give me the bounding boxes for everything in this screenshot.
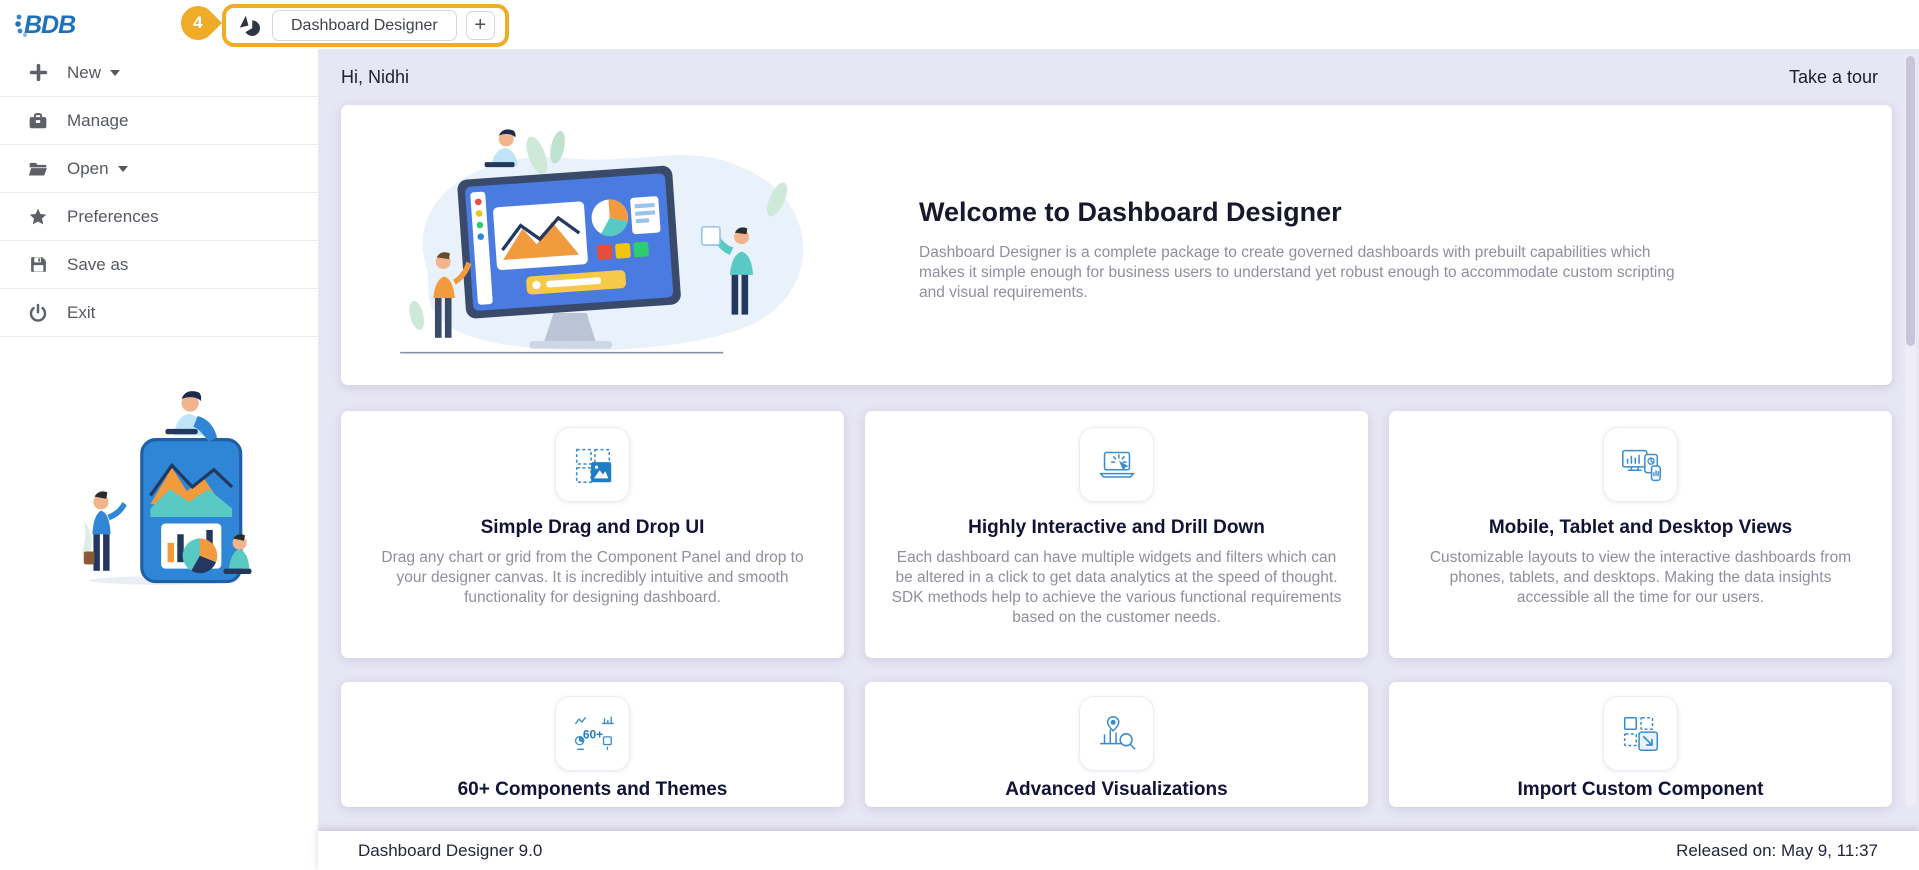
footer: Dashboard Designer 9.0 Released on: May … xyxy=(318,831,1919,870)
scrollbar-track[interactable] xyxy=(1905,55,1916,807)
sidebar-item-open[interactable]: Open xyxy=(0,145,318,193)
sidebar: New Manage Open Preferences xyxy=(0,49,318,870)
welcome-text-block: Welcome to Dashboard Designer Dashboard … xyxy=(919,105,1679,385)
components-count-glyph: 60+ xyxy=(582,727,602,741)
take-a-tour-link[interactable]: Take a tour xyxy=(1789,67,1878,88)
tour-step-number: 4 xyxy=(193,13,202,33)
tab-label: Dashboard Designer xyxy=(291,17,438,35)
card-title: 60+ Components and Themes xyxy=(367,779,818,801)
card-title: Advanced Visualizations xyxy=(891,779,1342,801)
interactive-drilldown-icon xyxy=(1079,427,1154,502)
card-highly-interactive[interactable]: Highly Interactive and Drill Down Each d… xyxy=(865,411,1368,658)
card-description: Evolve your dashboards and analyze data … xyxy=(891,805,1342,807)
import-component-icon xyxy=(1603,696,1678,771)
welcome-description: Dashboard Designer is a complete package… xyxy=(919,243,1679,303)
card-import-custom-component[interactable]: Import Custom Component Incorporate any … xyxy=(1389,682,1892,807)
welcome-title: Welcome to Dashboard Designer xyxy=(919,197,1679,228)
sidebar-item-exit[interactable]: Exit xyxy=(0,289,318,337)
feature-cards-row-1: Simple Drag and Drop UI Drag any chart o… xyxy=(341,411,1892,658)
chevron-down-icon xyxy=(118,166,128,172)
save-icon xyxy=(27,254,49,276)
sidebar-item-label: Exit xyxy=(67,303,95,323)
card-components-themes[interactable]: 60+ 60+ Components and Themes Check out … xyxy=(341,682,844,807)
feature-cards-row-2: 60+ 60+ Components and Themes Check out … xyxy=(341,682,1892,807)
card-description: Customizable layouts to view the interac… xyxy=(1415,548,1866,608)
power-icon xyxy=(27,302,49,324)
sidebar-item-label: Preferences xyxy=(67,207,159,227)
briefcase-icon xyxy=(27,110,49,132)
card-title: Import Custom Component xyxy=(1415,779,1866,801)
main-content: Hi, Nidhi Take a tour xyxy=(318,49,1919,831)
greeting-text: Hi, Nidhi xyxy=(341,67,409,88)
card-title: Mobile, Tablet and Desktop Views xyxy=(1415,517,1866,539)
folder-icon xyxy=(27,158,49,180)
card-device-views[interactable]: Mobile, Tablet and Desktop Views Customi… xyxy=(1389,411,1892,658)
logo-text: BDB xyxy=(24,11,76,39)
card-title: Highly Interactive and Drill Down xyxy=(891,517,1342,539)
main-header: Hi, Nidhi Take a tour xyxy=(341,49,1892,105)
bdb-logo[interactable]: BDB xyxy=(14,8,92,40)
welcome-card: Welcome to Dashboard Designer Dashboard … xyxy=(341,105,1892,385)
chevron-down-icon xyxy=(110,70,120,76)
sidebar-item-label: Manage xyxy=(67,111,128,131)
devices-icon xyxy=(1603,427,1678,502)
components-themes-icon: 60+ xyxy=(555,696,630,771)
dashboard-pie-icon xyxy=(236,13,262,39)
card-description: Each dashboard can have multiple widgets… xyxy=(891,548,1342,628)
scrollbar-thumb[interactable] xyxy=(1906,56,1915,346)
advanced-visualizations-icon xyxy=(1079,696,1154,771)
topbar: BDB 4 Dashboard Designer + xyxy=(0,0,1919,49)
star-icon xyxy=(27,206,49,228)
welcome-illustration xyxy=(341,105,831,385)
sidebar-item-preferences[interactable]: Preferences xyxy=(0,193,318,241)
plus-icon xyxy=(27,62,49,84)
tab-strip-highlight: Dashboard Designer + xyxy=(222,4,509,47)
card-title: Simple Drag and Drop UI xyxy=(367,517,818,539)
release-date-text: Released on: May 9, 11:37 xyxy=(1676,841,1878,861)
sidebar-item-label: Open xyxy=(67,159,109,179)
card-description: Incorporate any third party visualizatio… xyxy=(1415,805,1866,807)
card-description: Check out our exclusive range of visuali… xyxy=(367,805,818,807)
drag-drop-icon xyxy=(555,427,630,502)
tab-dashboard-designer[interactable]: Dashboard Designer xyxy=(272,10,457,41)
card-advanced-visualizations[interactable]: Advanced Visualizations Evolve your dash… xyxy=(865,682,1368,807)
sidebar-item-new[interactable]: New xyxy=(0,49,318,97)
app-version-text: Dashboard Designer 9.0 xyxy=(358,841,542,861)
sidebar-item-label: Save as xyxy=(67,255,128,275)
sidebar-item-save-as[interactable]: Save as xyxy=(0,241,318,289)
sidebar-item-label: New xyxy=(67,63,101,83)
tour-step-badge: 4 xyxy=(174,0,222,47)
add-tab-button[interactable]: + xyxy=(466,11,495,40)
card-description: Drag any chart or grid from the Componen… xyxy=(367,548,818,608)
sidebar-illustration xyxy=(0,373,318,588)
sidebar-item-manage[interactable]: Manage xyxy=(0,97,318,145)
card-simple-drag-drop[interactable]: Simple Drag and Drop UI Drag any chart o… xyxy=(341,411,844,658)
